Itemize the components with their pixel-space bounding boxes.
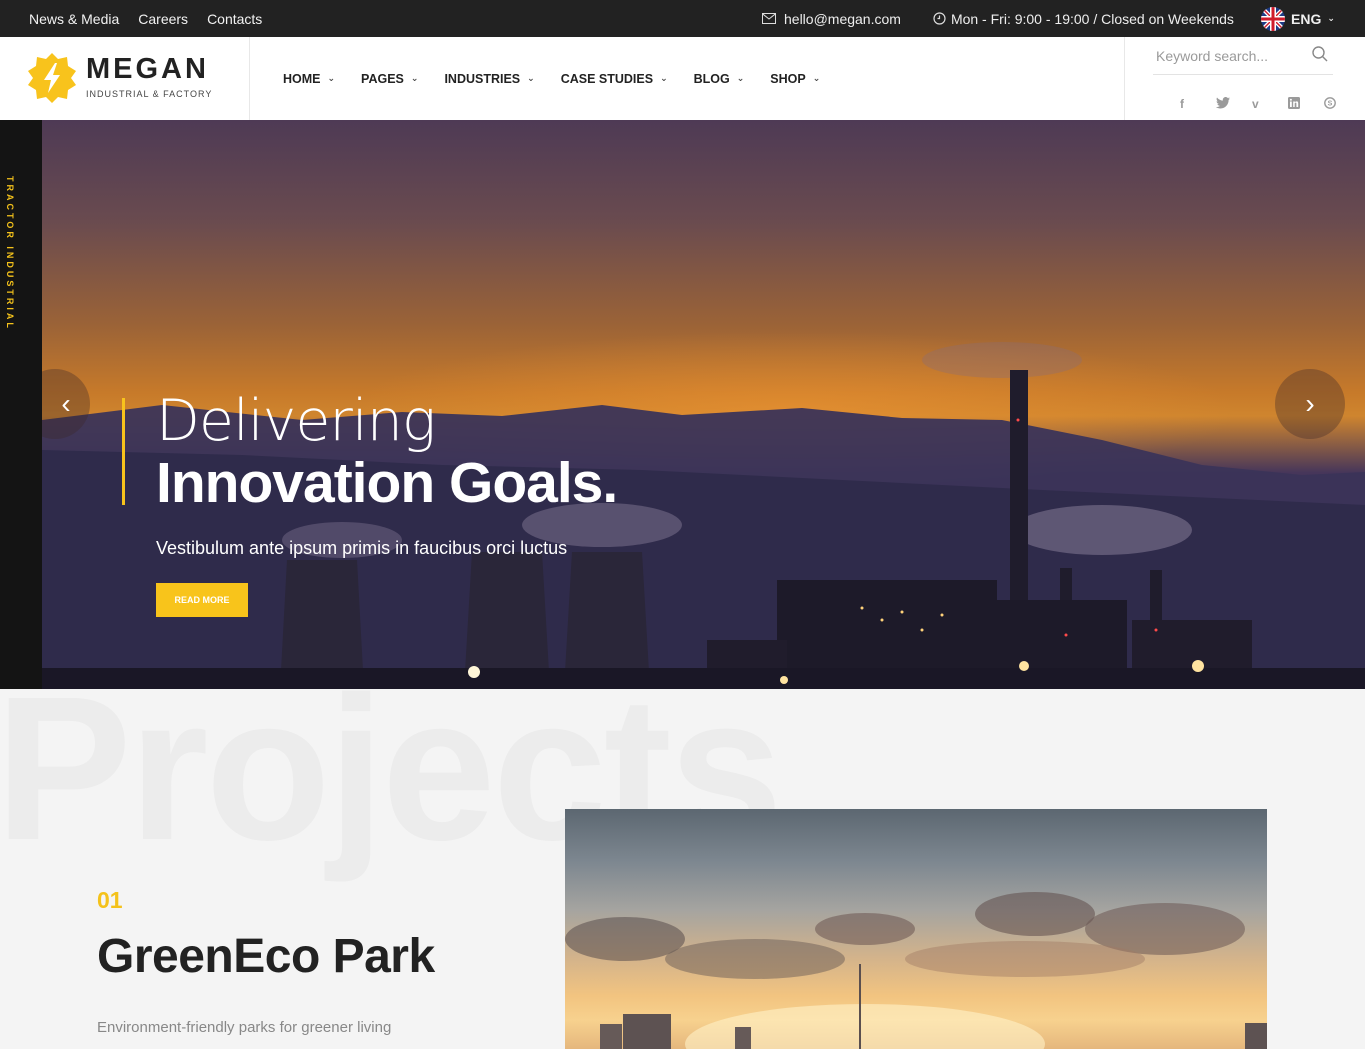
nav-blog[interactable]: BLOG ⌄	[694, 72, 745, 86]
nav-industries[interactable]: INDUSTRIES ⌄	[444, 72, 534, 86]
hero-heading-bold: Innovation Goals.	[156, 451, 618, 515]
search-box	[1153, 37, 1333, 75]
nav-home[interactable]: HOME ⌄	[283, 72, 335, 86]
contact-info: hello@megan.com Mon - Fri: 9:00 - 19:00 …	[762, 0, 1234, 37]
project-image[interactable]	[565, 809, 1267, 1049]
skype-icon[interactable]: S	[1324, 97, 1360, 112]
side-strip: TRACTOR INDUSTRIAL	[0, 120, 42, 689]
hero-slider: ‹ › Delivering Innovation Goals. Vestibu…	[42, 120, 1365, 689]
email-info[interactable]: hello@megan.com	[762, 11, 901, 27]
svg-text:S: S	[1328, 101, 1333, 108]
clock-icon	[933, 12, 946, 25]
search-input[interactable]	[1156, 46, 1306, 66]
nav-pages[interactable]: PAGES ⌄	[361, 72, 418, 86]
uk-flag-icon	[1261, 6, 1285, 31]
header-divider	[249, 37, 250, 120]
read-more-button[interactable]: READ MORE	[156, 583, 248, 617]
chevron-left-icon: ‹	[61, 388, 71, 419]
linkedin-icon[interactable]	[1288, 97, 1324, 112]
top-link-careers[interactable]: Careers	[138, 11, 188, 27]
language-selector[interactable]: ENG ⌄	[1261, 0, 1335, 37]
chevron-down-icon: ⌄	[410, 73, 419, 83]
hours-info: Mon - Fri: 9:00 - 19:00 / Closed on Week…	[933, 11, 1234, 27]
logo-title: MEGAN	[86, 53, 209, 85]
header-divider-right	[1124, 37, 1125, 120]
side-vertical-label: TRACTOR INDUSTRIAL	[5, 176, 15, 331]
slider-next-button[interactable]: ›	[1275, 369, 1345, 439]
hours-text: Mon - Fri: 9:00 - 19:00 / Closed on Week…	[950, 10, 1234, 27]
search-icon[interactable]	[1312, 46, 1328, 62]
main-nav: HOME ⌄ PAGES ⌄ INDUSTRIES ⌄ CASE STUDIES ⌄ B…	[283, 37, 846, 120]
language-label: ENG	[1291, 10, 1322, 27]
chevron-down-icon: ⌄	[812, 73, 821, 83]
nav-case-studies[interactable]: CASE STUDIES ⌄	[561, 72, 668, 86]
chevron-down-icon: ⌄	[527, 73, 535, 83]
hero-subtitle: Vestibulum ante ipsum primis in faucibus…	[156, 538, 568, 558]
projects-section: Projects 01 GreenEco Park Environment-fr…	[0, 689, 1365, 1049]
logo-subtitle: INDUSTRIAL & FACTORY	[86, 89, 213, 99]
chevron-down-icon: ⌄	[736, 73, 745, 83]
chevron-down-icon: ⌄	[660, 73, 668, 83]
hero-accent-bar	[122, 398, 125, 505]
email-text: hello@megan.com	[784, 10, 901, 27]
project-number: 01	[97, 887, 123, 913]
chevron-down-icon: ⌄	[1327, 13, 1335, 23]
top-links: News & Media Careers Contacts	[29, 0, 262, 37]
chevron-down-icon: ⌄	[327, 73, 336, 83]
project-title[interactable]: GreenEco Park	[97, 929, 435, 984]
facebook-icon[interactable]: f	[1180, 97, 1216, 112]
twitter-icon[interactable]	[1215, 97, 1252, 112]
main-header: MEGAN INDUSTRIAL & FACTORY HOME ⌄ PAGES ⌄ …	[0, 37, 1365, 120]
vimeo-icon[interactable]: v	[1252, 97, 1288, 112]
hero-heading-light: Delivering	[156, 388, 436, 454]
social-links: f v S	[1180, 97, 1360, 112]
project-description: Environment-friendly parks for greener l…	[97, 1019, 392, 1036]
envelope-icon	[762, 13, 776, 24]
logo[interactable]: MEGAN INDUSTRIAL & FACTORY	[28, 51, 250, 111]
top-bar: News & Media Careers Contacts hello@mega…	[0, 0, 1365, 37]
top-link-contacts[interactable]: Contacts	[207, 11, 262, 27]
gear-bolt-icon	[28, 53, 76, 103]
top-link-news-media[interactable]: News & Media	[29, 11, 119, 27]
nav-shop[interactable]: SHOP ⌄	[770, 72, 820, 86]
chevron-right-icon: ›	[1305, 388, 1315, 419]
sunset-city-image	[565, 892, 1267, 1049]
